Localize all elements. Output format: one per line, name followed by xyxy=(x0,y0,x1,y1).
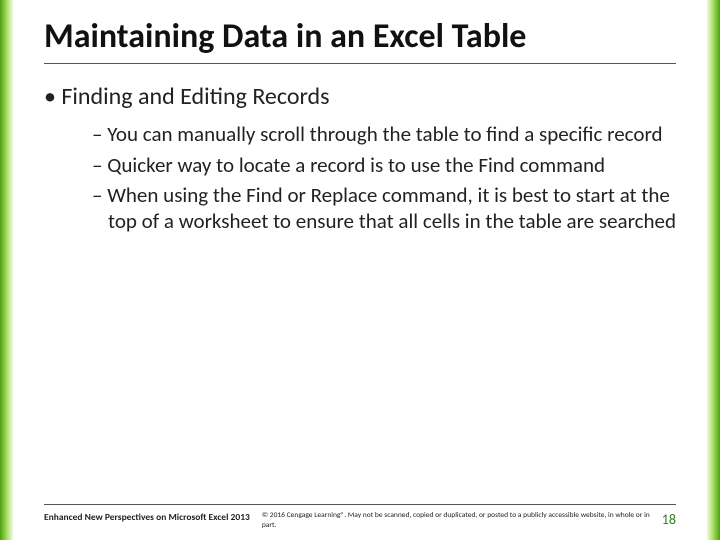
slide-body: Maintaining Data in an Excel Table Findi… xyxy=(14,0,706,540)
page-number: 18 xyxy=(662,511,676,528)
slide-footer: Enhanced New Perspectives on Microsoft E… xyxy=(44,504,676,530)
bullet-level2-item: You can manually scroll through the tabl… xyxy=(92,121,676,147)
bullet-level2-item: When using the Find or Replace command, … xyxy=(92,182,676,235)
bullet-level2-item: Quicker way to locate a record is to use… xyxy=(92,152,676,178)
footer-source: Enhanced New Perspectives on Microsoft E… xyxy=(44,509,250,523)
footer-copyright: © 2016 Cengage Learning®. May not be sca… xyxy=(262,509,650,530)
left-gradient-decoration xyxy=(0,0,14,540)
right-gradient-decoration xyxy=(706,0,720,540)
bullet-level1: Finding and Editing Records xyxy=(44,82,676,111)
slide-title: Maintaining Data in an Excel Table xyxy=(44,18,676,64)
slide-content: Finding and Editing Records You can manu… xyxy=(44,64,676,504)
